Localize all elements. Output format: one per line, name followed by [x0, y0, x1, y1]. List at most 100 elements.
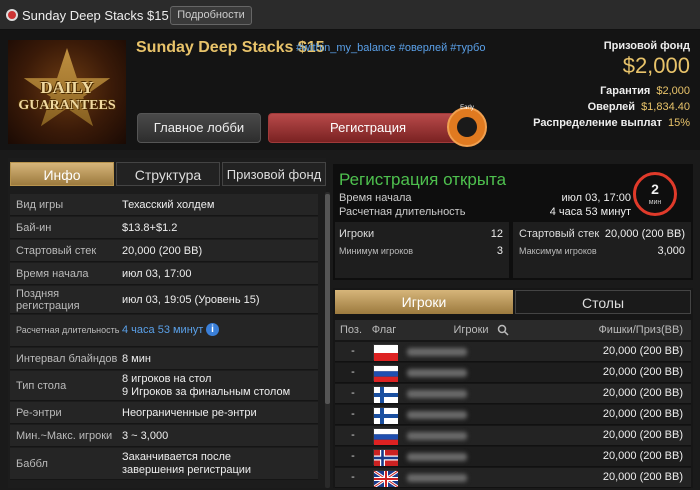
player-position: - — [351, 387, 355, 399]
info-value: 4 часа 53 минут — [122, 324, 204, 336]
overlay-label: Оверлей — [587, 101, 636, 113]
info-value: $13.8+$1.2 — [122, 222, 178, 234]
col-position[interactable]: Поз. — [335, 320, 367, 340]
player-row[interactable]: - 20,000 (200 BB) — [335, 363, 691, 383]
banner-line2: GUARANTEES — [18, 98, 116, 113]
scrollbar-thumb[interactable] — [325, 194, 330, 404]
player-row[interactable]: - 20,000 (200 BB) — [335, 468, 691, 489]
player-position: - — [351, 429, 355, 441]
info-value: 8 игроков на стол — [122, 373, 212, 385]
stack-box: Стартовый стек 20,000 (200 BB) Максимум … — [513, 222, 691, 278]
tab-structure[interactable]: Структура — [116, 162, 220, 186]
max-players-label: Максимум игроков — [519, 246, 597, 256]
poland-flag-icon — [373, 344, 398, 361]
payout-stat: Распределение выплат 15% — [533, 117, 690, 129]
info-key: Вид игры — [16, 199, 64, 211]
prize-pool-label: Призовой фонд — [603, 40, 690, 52]
banner-line1: DAILY — [40, 78, 94, 97]
app-logo-icon — [6, 9, 18, 21]
duration-label: Расчетная длительность — [339, 206, 466, 218]
payout-label: Распределение выплат — [533, 117, 662, 129]
info-row-est-duration: Расчетная длительность 4 часа 53 минут i — [10, 315, 318, 347]
info-row-buyin: Бай-ин $13.8+$1.2 — [10, 217, 318, 239]
info-value: 20,000 (200 BB) — [122, 245, 203, 257]
title-bar: Sunday Deep Stacks $15 Подробности — [0, 0, 700, 30]
info-key: Бай-ин — [16, 222, 52, 234]
info-tabs: Инфо Структура Призовой фонд — [10, 162, 326, 186]
stack-label: Стартовый стек — [519, 228, 600, 240]
player-position: - — [351, 345, 355, 357]
player-row[interactable]: - 20,000 (200 BB) — [335, 447, 691, 467]
player-position: - — [351, 408, 355, 420]
duration-value: 4 часа 53 минут — [549, 206, 631, 218]
payout-value: 15% — [667, 117, 690, 129]
russia-flag-icon — [373, 428, 398, 445]
daily-guarantees-banner: DAILY GUARANTEES — [8, 40, 126, 144]
info-value: июл 03, 19:05 (Уровень 15) — [122, 294, 260, 306]
register-button[interactable]: Регистрация — [268, 113, 468, 143]
player-row[interactable]: - 20,000 (200 BB) — [335, 405, 691, 425]
info-value: Неограниченные ре-энтри — [122, 407, 257, 419]
min-players-label: Минимум игроков — [339, 246, 414, 256]
player-position: - — [351, 450, 355, 462]
info-key: Поздняя регистрация — [16, 288, 80, 312]
info-key: Баббл — [16, 458, 48, 470]
search-icon[interactable] — [497, 324, 509, 336]
col-chips[interactable]: Фишки/Приз(BB) — [543, 320, 689, 340]
registration-timer: 2 мин — [633, 172, 677, 216]
main-lobby-button[interactable]: Главное лобби — [137, 113, 261, 143]
finland-flag-icon — [373, 407, 398, 424]
player-name-blurred — [407, 453, 467, 461]
player-row[interactable]: - 20,000 (200 BB) — [335, 426, 691, 446]
player-name-blurred — [407, 390, 467, 398]
player-row[interactable]: - 20,000 (200 BB) — [335, 384, 691, 404]
info-scrollbar[interactable] — [325, 192, 330, 488]
player-chips: 20,000 (200 BB) — [602, 408, 683, 420]
tab-info[interactable]: Инфо — [10, 162, 114, 186]
info-row-game-type: Вид игры Техасский холдем — [10, 194, 318, 216]
info-row-min-max-players: Мин.~Макс. игроки 3 ~ 3,000 — [10, 425, 318, 447]
start-time-value: июл 03, 17:00 — [561, 192, 631, 204]
info-key: Стартовый стек — [16, 245, 97, 257]
early-badge-text: Early — [460, 105, 474, 111]
guarantee-stat: Гарантия $2,000 — [600, 85, 690, 97]
info-row-blind-interval: Интервал блайндов 8 мин — [10, 348, 318, 370]
col-players[interactable]: Игроки — [401, 320, 541, 340]
info-key: Время начала — [16, 268, 89, 280]
info-row-reentry: Ре-энтри Неограниченные ре-энтри — [10, 402, 318, 424]
player-chips: 20,000 (200 BB) — [602, 429, 683, 441]
player-name-blurred — [407, 369, 467, 377]
player-name-blurred — [407, 348, 467, 356]
tab-prize-pool[interactable]: Призовой фонд — [222, 162, 326, 186]
russia-flag-icon — [373, 365, 398, 382]
info-key: Расчетная длительность — [16, 325, 120, 335]
player-position: - — [351, 471, 355, 483]
col-flag[interactable]: Флаг — [367, 320, 401, 340]
tab-tables[interactable]: Столы — [515, 290, 691, 314]
early-bird-badge-icon: Early — [447, 105, 487, 147]
tab-players[interactable]: Игроки — [335, 290, 513, 314]
overlay-stat: Оверлей $1,834.40 — [588, 101, 690, 113]
info-icon[interactable]: i — [206, 323, 219, 336]
window-title: Sunday Deep Stacks $15 — [22, 8, 169, 23]
stack-value: 20,000 (200 BB) — [604, 228, 685, 240]
info-row-start-time: Время начала июл 03, 17:00 — [10, 263, 318, 285]
info-value: 8 мин — [122, 353, 151, 365]
guarantee-label: Гарантия — [600, 85, 651, 97]
player-name-blurred — [407, 432, 467, 440]
players-value: 12 — [490, 228, 503, 240]
guarantee-value: $2,000 — [656, 85, 690, 97]
info-row-bubble: Баббл Заканчивается после завершения регис… — [10, 448, 318, 480]
timer-value: 2 — [651, 181, 659, 197]
players-panel: Игроки Столы Поз. Флаг Игроки Фишки/Приз… — [333, 288, 693, 489]
tournament-tags: #within_my_balance #оверлей #турбо — [296, 42, 486, 54]
info-value: Заканчивается после — [122, 451, 232, 463]
info-key: Интервал блайндов — [16, 353, 118, 365]
details-button[interactable]: Подробности — [170, 6, 252, 25]
registration-panel: Регистрация открыта Время начала июл 03,… — [333, 164, 693, 280]
info-key: Ре-энтри — [16, 407, 62, 419]
player-chips: 20,000 (200 BB) — [602, 450, 683, 462]
player-position: - — [351, 366, 355, 378]
timer-unit: мин — [648, 199, 662, 206]
player-row[interactable]: - 20,000 (200 BB) — [335, 342, 691, 362]
